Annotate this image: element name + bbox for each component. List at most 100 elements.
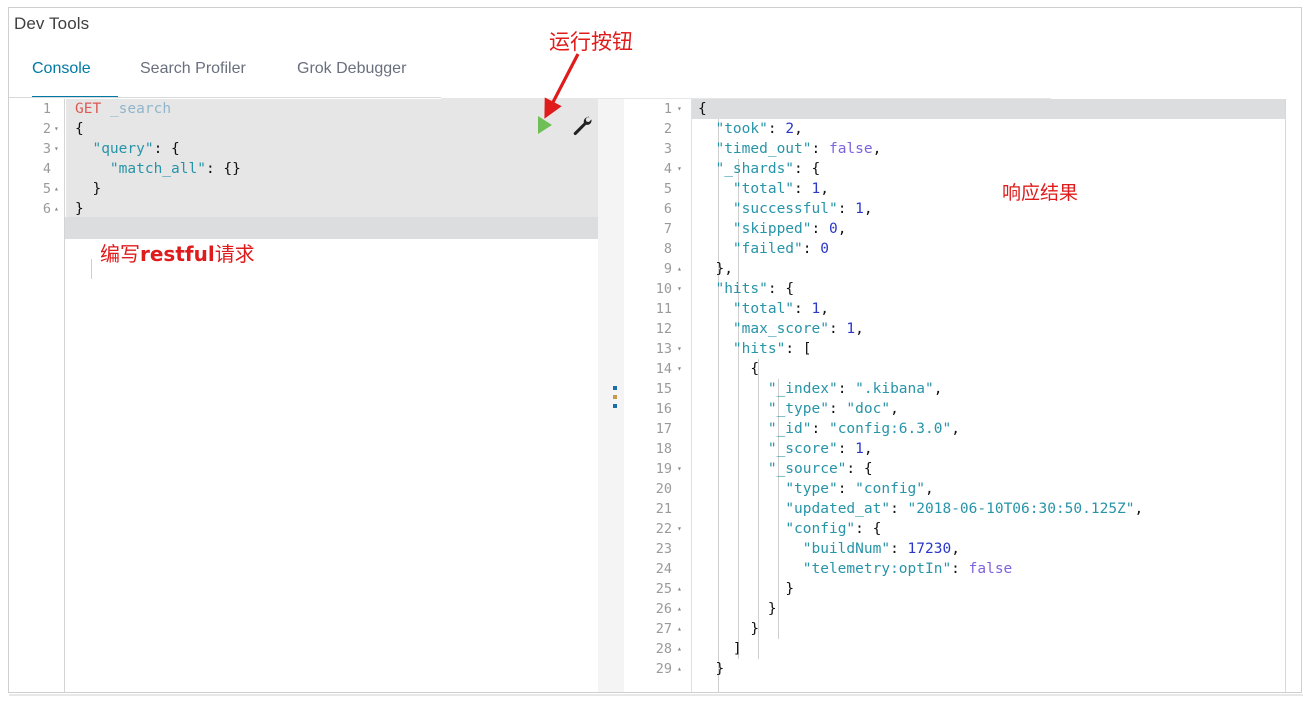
code-line[interactable]: 29 ▴ } [624, 659, 1301, 679]
code-line[interactable]: 17 "_id": "config:6.3.0", [624, 419, 1301, 439]
fold-collapse-icon[interactable]: ▾ [677, 99, 682, 119]
code-text: { [698, 359, 759, 379]
code-line[interactable]: 3 ▾ "query": { [9, 139, 598, 159]
code-token: } [715, 661, 725, 677]
play-triangle-icon[interactable] [538, 116, 552, 134]
fold-expand-icon[interactable]: ▴ [677, 659, 682, 679]
code-token: "max_score" [732, 321, 829, 337]
code-token: } [92, 181, 102, 197]
fold-collapse-icon[interactable]: ▾ [54, 139, 59, 159]
code-token: "failed" [732, 241, 803, 257]
line-number: 4 [663, 161, 672, 177]
code-token: 1 [811, 301, 821, 317]
code-line[interactable]: 14 ▾ { [624, 359, 1301, 379]
pane-splitter[interactable] [606, 99, 624, 692]
code-line[interactable]: 3 "timed_out": false, [624, 139, 1301, 159]
request-editor-pane[interactable]: 1 GET _search 2 ▾{3 ▾ "query": {4 "match_all… [9, 99, 598, 692]
code-line[interactable]: 1 ▾ { [624, 99, 1301, 119]
code-line[interactable]: 28 ▴ ] [624, 639, 1301, 659]
code-text: "type": "config", [698, 479, 933, 499]
tab-grok-debugger[interactable]: Grok Debugger [297, 60, 406, 78]
code-line[interactable]: 20 "type": "config", [624, 479, 1301, 499]
code-line[interactable]: 15 "_index": ".kibana", [624, 379, 1301, 399]
line-number: 3 [42, 141, 51, 157]
code-text: "hits": [ [698, 339, 812, 359]
line-number: 6 [663, 201, 672, 217]
line-number: 26 [655, 601, 672, 617]
splitter-grip-icon[interactable] [613, 386, 617, 408]
fold-expand-icon[interactable]: ▴ [677, 639, 682, 659]
code-line[interactable]: 24 "telemetry:optIn": false [624, 559, 1301, 579]
response-code-lines[interactable]: 1 ▾{2 "took": 2, 3 "timed_out": false, 4 ▾ "… [624, 99, 1301, 692]
code-line[interactable]: 4 "match_all": {} [9, 159, 598, 179]
fold-expand-icon[interactable]: ▴ [54, 179, 59, 199]
fold-collapse-icon[interactable]: ▾ [677, 519, 682, 539]
fold-expand-icon[interactable]: ▴ [677, 579, 682, 599]
code-line[interactable]: 13 ▾ "hits": [ [624, 339, 1301, 359]
fold-collapse-icon[interactable]: ▾ [677, 459, 682, 479]
code-line[interactable]: 7 "skipped": 0, [624, 219, 1301, 239]
code-line[interactable]: 12 "max_score": 1, [624, 319, 1301, 339]
fold-collapse-icon[interactable]: ▾ [677, 279, 682, 299]
code-text: "telemetry:optIn": false [698, 559, 1013, 579]
window-shadow [9, 694, 1303, 696]
tab-console[interactable]: Console [32, 60, 91, 78]
fold-collapse-icon[interactable]: ▾ [677, 159, 682, 179]
code-token: ".kibana" [855, 381, 934, 397]
code-line[interactable]: 26 ▴ } [624, 599, 1301, 619]
code-token: "doc" [846, 401, 891, 417]
fold-expand-icon[interactable]: ▴ [54, 199, 59, 219]
code-line[interactable]: 10 ▾ "hits": { [624, 279, 1301, 299]
code-line[interactable]: 22 ▾ "config": { [624, 519, 1301, 539]
code-line[interactable]: 16 "_type": "doc", [624, 399, 1301, 419]
fold-expand-icon[interactable]: ▴ [677, 259, 682, 279]
code-token: "telemetry:optIn" [802, 561, 952, 577]
code-token: 17230 [907, 541, 952, 557]
code-token: : [ [785, 341, 812, 357]
code-text: ] [698, 639, 742, 659]
line-number: 5 [42, 181, 51, 197]
fold-collapse-icon[interactable]: ▾ [677, 339, 682, 359]
code-line[interactable]: 5 "total": 1, [624, 179, 1301, 199]
code-line[interactable]: 18 "_score": 1, [624, 439, 1301, 459]
console-split-area: 1 GET _search 2 ▾{3 ▾ "query": {4 "match_all… [9, 99, 1301, 692]
code-text: "_id": "config:6.3.0", [698, 419, 960, 439]
code-text: "config": { [698, 519, 881, 539]
code-token: : [811, 141, 829, 157]
code-line[interactable]: 9 ▴ }, [624, 259, 1301, 279]
code-line[interactable]: 5 ▴ } [9, 179, 598, 199]
code-line[interactable]: 25 ▴ } [624, 579, 1301, 599]
tab-search-profiler[interactable]: Search Profiler [140, 60, 246, 78]
fold-collapse-icon[interactable]: ▾ [54, 119, 59, 139]
line-number: 24 [655, 561, 672, 577]
fold-collapse-icon[interactable]: ▾ [677, 359, 682, 379]
code-text: } [698, 619, 759, 639]
code-line[interactable]: 6 ▴} [9, 199, 598, 219]
code-token: "query" [92, 141, 154, 157]
request-code-lines[interactable]: 1 GET _search 2 ▾{3 ▾ "query": {4 "match_all… [9, 99, 598, 692]
response-editor-pane[interactable]: 1 ▾{2 "took": 2, 3 "timed_out": false, 4 ▾ "… [624, 99, 1301, 692]
code-line[interactable]: 19 ▾ "_source": { [624, 459, 1301, 479]
annotation-write-request: 编写restful请求 [100, 238, 255, 267]
annotation-write-request-bold: restful [140, 242, 215, 266]
code-line[interactable]: 8 "failed": 0 [624, 239, 1301, 259]
code-line[interactable]: 2 "took": 2, [624, 119, 1301, 139]
code-line[interactable]: 6 "successful": 1, [624, 199, 1301, 219]
code-line[interactable]: 4 ▾ "_shards": { [624, 159, 1301, 179]
code-token: : { [767, 281, 795, 297]
fold-expand-icon[interactable]: ▴ [677, 619, 682, 639]
code-line[interactable]: 27 ▴ } [624, 619, 1301, 639]
line-number: 21 [655, 501, 672, 517]
code-line[interactable]: 21 "updated_at": "2018-06-10T06:30:50.12… [624, 499, 1301, 519]
fold-expand-icon[interactable]: ▴ [677, 599, 682, 619]
code-line[interactable]: 23 "buildNum": 17230, [624, 539, 1301, 559]
code-line[interactable]: 11 "total": 1, [624, 299, 1301, 319]
code-line[interactable]: 2 ▾ { [9, 119, 598, 139]
wrench-icon[interactable] [570, 114, 594, 143]
code-line[interactable]: 1 GET _search [9, 99, 598, 119]
line-number: 18 [655, 441, 672, 457]
